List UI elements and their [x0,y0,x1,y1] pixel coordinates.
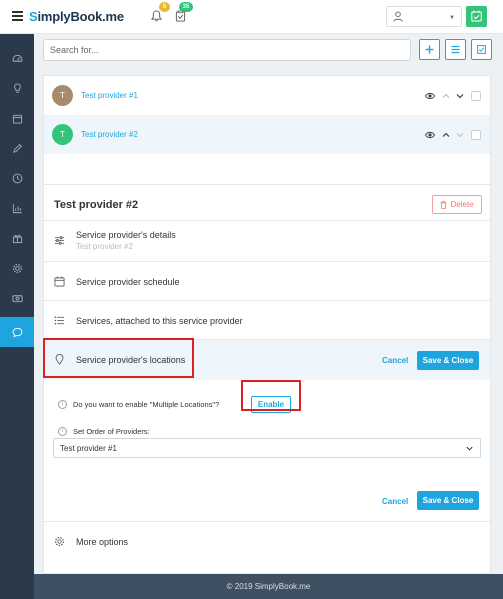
eye-icon[interactable] [425,91,435,101]
gift-icon [12,234,22,243]
chevron-down-icon[interactable] [455,91,465,101]
bar-chart-icon [12,203,22,213]
order-selected-value: Test provider #1 [60,444,117,453]
sidebar-item-services[interactable] [0,133,34,163]
trash-icon [440,200,447,209]
info-icon: i [58,427,67,436]
chevron-up-icon[interactable] [441,130,451,140]
section-details[interactable]: Service provider's details Test provider… [44,220,490,261]
chevron-up-icon[interactable] [441,91,451,101]
sidebar-item-payments[interactable] [0,283,34,313]
chevron-down-icon: ▼ [449,15,455,21]
bell-icon[interactable] [151,10,162,22]
dashboard-gauge-icon [12,54,22,62]
calendar-icon [12,114,22,124]
plus-icon [425,45,434,54]
list-icon [54,316,65,325]
row-checkbox[interactable] [471,91,481,101]
top-header: SimplyBook.me 5 35 ▼ [0,0,503,34]
user-menu-dropdown[interactable]: ▼ [386,6,462,27]
calendar-check-button[interactable] [466,6,487,27]
highlight-locations-box [43,338,194,378]
provider-list: T Test provider #1 T Test provider #2 [43,75,491,192]
provider-name[interactable]: Test provider #1 [81,91,138,100]
provider-name[interactable]: Test provider #2 [81,130,138,139]
delete-label: Delete [450,200,474,209]
calendar-icon [54,276,65,287]
provider-order-select[interactable]: Test provider #1 [53,438,481,458]
notifications-badge: 5 [159,2,170,12]
sliders-icon [54,236,65,245]
row-checkbox[interactable] [471,130,481,140]
select-all-button[interactable] [471,39,492,60]
section-more-options[interactable]: More options [44,521,490,560]
chat-bubble-icon [12,327,22,337]
chevron-down-icon[interactable] [455,130,465,140]
sidebar-item-history[interactable] [0,163,34,193]
sidebar-item-messages[interactable] [0,317,34,347]
eye-icon[interactable] [425,130,435,140]
section-schedule[interactable]: Service provider schedule [44,261,490,300]
save-close-button[interactable]: Save & Close [417,491,479,510]
money-icon [11,294,23,302]
sidebar-item-plugins[interactable] [0,223,34,253]
hamburger-menu-icon[interactable] [12,11,23,21]
main-content: T Test provider #1 T Test provider #2 Te… [34,34,503,574]
section-subtitle: Test provider #2 [76,242,133,251]
multiple-locations-question: Do you want to enable "Multiple Location… [73,400,220,409]
avatar: T [52,85,73,106]
avatar: T [52,124,73,145]
sidebar-item-calendar[interactable] [0,103,34,133]
list-view-button[interactable] [445,39,466,60]
gear-icon [54,536,65,547]
footer: © 2019 SimplyBook.me [34,574,503,599]
sidebar [0,34,34,599]
list-item[interactable]: T Test provider #2 [44,115,490,154]
list-icon [451,45,460,54]
section-label: Service provider's details [76,230,176,240]
list-item[interactable]: T Test provider #1 [44,76,490,115]
clock-icon [12,173,22,183]
chevron-down-icon [466,446,473,451]
section-label: Service provider schedule [76,277,180,287]
tasks-badge: 35 [179,2,193,12]
section-label: Services, attached to this service provi… [76,316,243,326]
panel-title: Test provider #2 [54,199,139,211]
gear-icon [12,263,22,273]
lightbulb-icon [13,82,21,93]
save-close-button[interactable]: Save & Close [417,351,479,370]
sidebar-item-settings[interactable] [0,253,34,283]
highlight-enable-box [241,380,301,411]
delete-button[interactable]: Delete [432,195,482,214]
add-button[interactable] [419,39,440,60]
checkbox-checked-icon [477,45,486,54]
section-label: More options [76,537,129,547]
cancel-button[interactable]: Cancel [382,356,408,365]
app-logo[interactable]: SimplyBook.me [29,9,124,24]
info-icon: i [58,400,67,409]
provider-detail-panel: Test provider #2 Delete Service provider… [43,184,491,574]
sidebar-item-reports[interactable] [0,193,34,223]
search-input[interactable] [43,39,411,61]
pencil-icon [12,143,22,153]
calendar-check-icon [471,10,482,22]
sidebar-item-dashboard[interactable] [0,43,34,73]
section-services[interactable]: Services, attached to this service provi… [44,300,490,339]
set-order-label: Set Order of Providers: [73,427,150,436]
user-icon [393,11,403,22]
sidebar-item-ideas[interactable] [0,73,34,103]
cancel-button[interactable]: Cancel [382,497,408,506]
